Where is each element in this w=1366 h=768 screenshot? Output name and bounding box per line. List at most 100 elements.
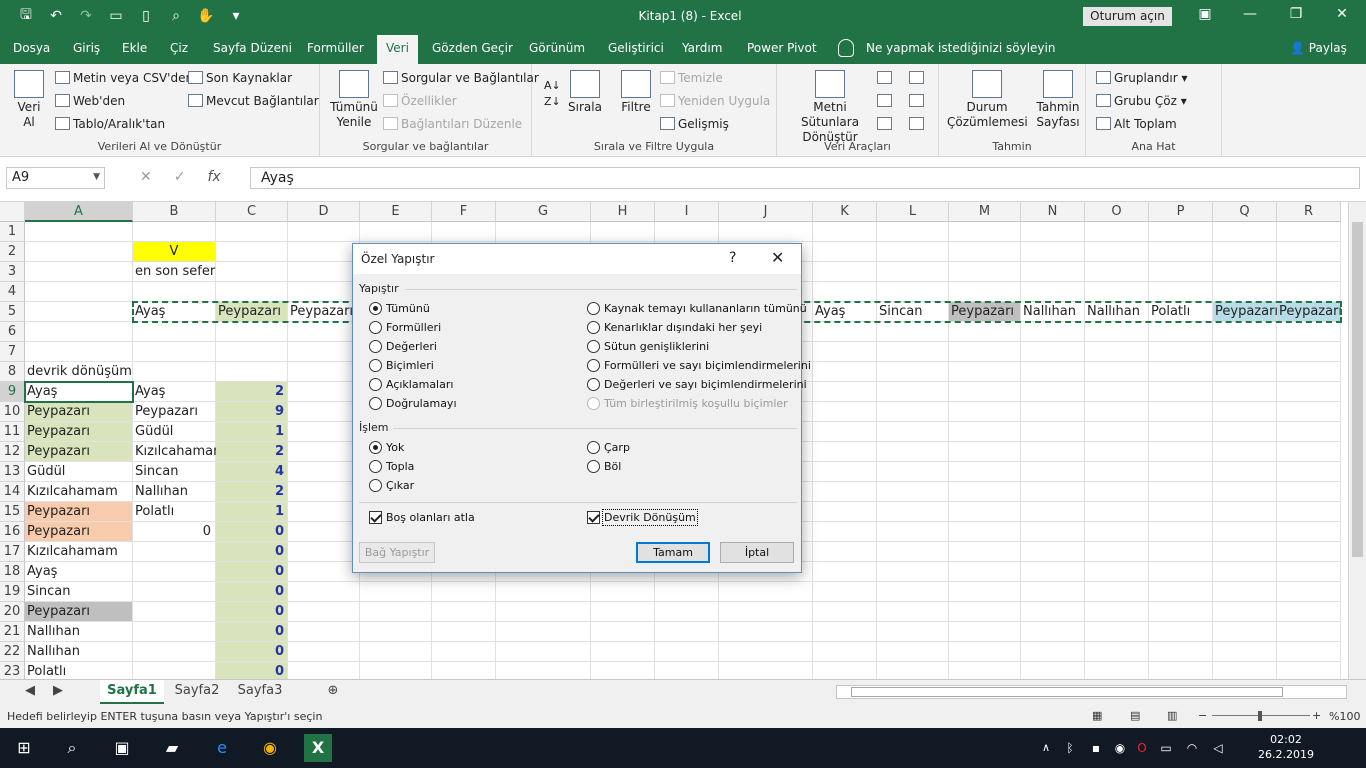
cell-c6[interactable] xyxy=(216,322,288,342)
row-header-23[interactable]: 23 xyxy=(0,662,25,679)
cell-l21[interactable] xyxy=(877,622,949,642)
taskbar-clock[interactable]: 02:02 26.2.2019 xyxy=(1258,732,1314,762)
cell-d16[interactable] xyxy=(288,522,360,542)
cell-l19[interactable] xyxy=(877,582,949,602)
cell-b4[interactable] xyxy=(133,282,216,302)
cell-d10[interactable] xyxy=(288,402,360,422)
cell-n17[interactable] xyxy=(1021,542,1085,562)
operation-none-option[interactable]: Yok xyxy=(369,441,404,454)
cell-d23[interactable] xyxy=(288,662,360,679)
cell-k6[interactable] xyxy=(813,322,877,342)
cell-p17[interactable] xyxy=(1149,542,1213,562)
column-header-g[interactable]: G xyxy=(496,202,591,222)
signin-button[interactable]: Oturum açın xyxy=(1083,7,1172,26)
cell-m15[interactable] xyxy=(949,502,1021,522)
queries-connections-button[interactable]: Sorgular ve Bağlantılar xyxy=(383,71,539,85)
zoom-out-icon[interactable]: − xyxy=(1198,709,1207,722)
column-header-f[interactable]: F xyxy=(432,202,496,222)
from-csv-button[interactable]: Metin veya CSV'den xyxy=(55,71,193,85)
cell-n15[interactable] xyxy=(1021,502,1085,522)
cell-p19[interactable] xyxy=(1149,582,1213,602)
cell-m7[interactable] xyxy=(949,342,1021,362)
cell-c9[interactable]: 2 xyxy=(216,382,288,402)
cell-f23[interactable] xyxy=(432,662,496,679)
consolidate-button[interactable] xyxy=(909,71,927,85)
print-preview-icon[interactable]: ⌕ xyxy=(164,6,188,26)
cell-r6[interactable] xyxy=(1277,322,1341,342)
cell-n10[interactable] xyxy=(1021,402,1085,422)
cell-l4[interactable] xyxy=(877,282,949,302)
column-header-i[interactable]: I xyxy=(655,202,719,222)
operation-add-option[interactable]: Topla xyxy=(369,460,414,473)
cell-o8[interactable] xyxy=(1085,362,1149,382)
file-explorer-icon[interactable]: ▰ xyxy=(158,734,186,762)
cell-d9[interactable] xyxy=(288,382,360,402)
cell-h22[interactable] xyxy=(591,642,655,662)
cell-a18[interactable]: Ayaş xyxy=(25,562,133,582)
page-layout-icon[interactable]: ▤ xyxy=(1130,709,1140,722)
remove-duplicates-button[interactable] xyxy=(877,94,895,108)
cell-r12[interactable] xyxy=(1277,442,1341,462)
cell-a21[interactable]: Nallıhan xyxy=(25,622,133,642)
cell-j1[interactable] xyxy=(719,222,813,242)
tab-gorunum[interactable]: Görünüm xyxy=(529,41,585,55)
radio-button[interactable] xyxy=(369,340,382,353)
cell-o18[interactable] xyxy=(1085,562,1149,582)
task-view-icon[interactable]: ▣ xyxy=(108,734,136,762)
cell-m10[interactable] xyxy=(949,402,1021,422)
cell-l10[interactable] xyxy=(877,402,949,422)
paste-comments-option[interactable]: Açıklamaları xyxy=(369,378,453,391)
sheet-tab-sayfa3[interactable]: Sayfa3 xyxy=(230,680,290,704)
cell-a14[interactable]: Kızılcahamam xyxy=(25,482,133,502)
cell-m20[interactable] xyxy=(949,602,1021,622)
paste-formats-option[interactable]: Biçimleri xyxy=(369,359,434,372)
cell-n19[interactable] xyxy=(1021,582,1085,602)
cell-n4[interactable] xyxy=(1021,282,1085,302)
cell-r20[interactable] xyxy=(1277,602,1341,622)
cell-b20[interactable] xyxy=(133,602,216,622)
cell-b5[interactable]: Ayaş xyxy=(133,302,216,322)
formula-input[interactable]: Ayaş xyxy=(250,167,1360,189)
cell-a13[interactable]: Güdül xyxy=(25,462,133,482)
ungroup-button[interactable]: Grubu Çöz ▾ xyxy=(1096,94,1187,108)
cancel-formula-icon[interactable]: ✕ xyxy=(140,169,152,185)
cell-m23[interactable] xyxy=(949,662,1021,679)
row-header-2[interactable]: 2 xyxy=(0,242,25,262)
ribbon-display-icon[interactable]: ▣ xyxy=(1193,6,1217,26)
cell-l16[interactable] xyxy=(877,522,949,542)
cell-k14[interactable] xyxy=(813,482,877,502)
checkbox[interactable] xyxy=(587,511,600,524)
cell-p4[interactable] xyxy=(1149,282,1213,302)
cell-b19[interactable] xyxy=(133,582,216,602)
cell-r1[interactable] xyxy=(1277,222,1341,242)
cell-d11[interactable] xyxy=(288,422,360,442)
tab-sayfa-duzeni[interactable]: Sayfa Düzeni xyxy=(213,41,292,55)
cell-r4[interactable] xyxy=(1277,282,1341,302)
column-header-p[interactable]: P xyxy=(1149,202,1213,222)
cell-k17[interactable] xyxy=(813,542,877,562)
cell-l6[interactable] xyxy=(877,322,949,342)
row-header-18[interactable]: 18 xyxy=(0,562,25,582)
tab-giris[interactable]: Giriş xyxy=(73,41,100,55)
cell-r14[interactable] xyxy=(1277,482,1341,502)
edit-links-button[interactable]: Bağlantıları Düzenle xyxy=(383,117,522,131)
cell-n9[interactable] xyxy=(1021,382,1085,402)
cell-r13[interactable] xyxy=(1277,462,1341,482)
excel-app-icon[interactable]: X xyxy=(304,734,332,762)
cell-q2[interactable] xyxy=(1213,242,1277,262)
cell-b6[interactable] xyxy=(133,322,216,342)
tab-veri[interactable]: Veri xyxy=(377,35,418,64)
cell-o6[interactable] xyxy=(1085,322,1149,342)
recent-sources-button[interactable]: Son Kaynaklar xyxy=(188,71,292,85)
cell-a20[interactable]: Peypazarı xyxy=(25,602,133,622)
cell-a19[interactable]: Sincan xyxy=(25,582,133,602)
cell-o20[interactable] xyxy=(1085,602,1149,622)
edge-browser-icon[interactable]: e xyxy=(208,734,236,762)
checkbox[interactable] xyxy=(369,511,382,524)
row-header-8[interactable]: 8 xyxy=(0,362,25,382)
cell-l17[interactable] xyxy=(877,542,949,562)
cell-b22[interactable] xyxy=(133,642,216,662)
row-header-5[interactable]: 5 xyxy=(0,302,25,322)
cell-f1[interactable] xyxy=(432,222,496,242)
save-icon[interactable]: 🖫 xyxy=(14,6,38,26)
